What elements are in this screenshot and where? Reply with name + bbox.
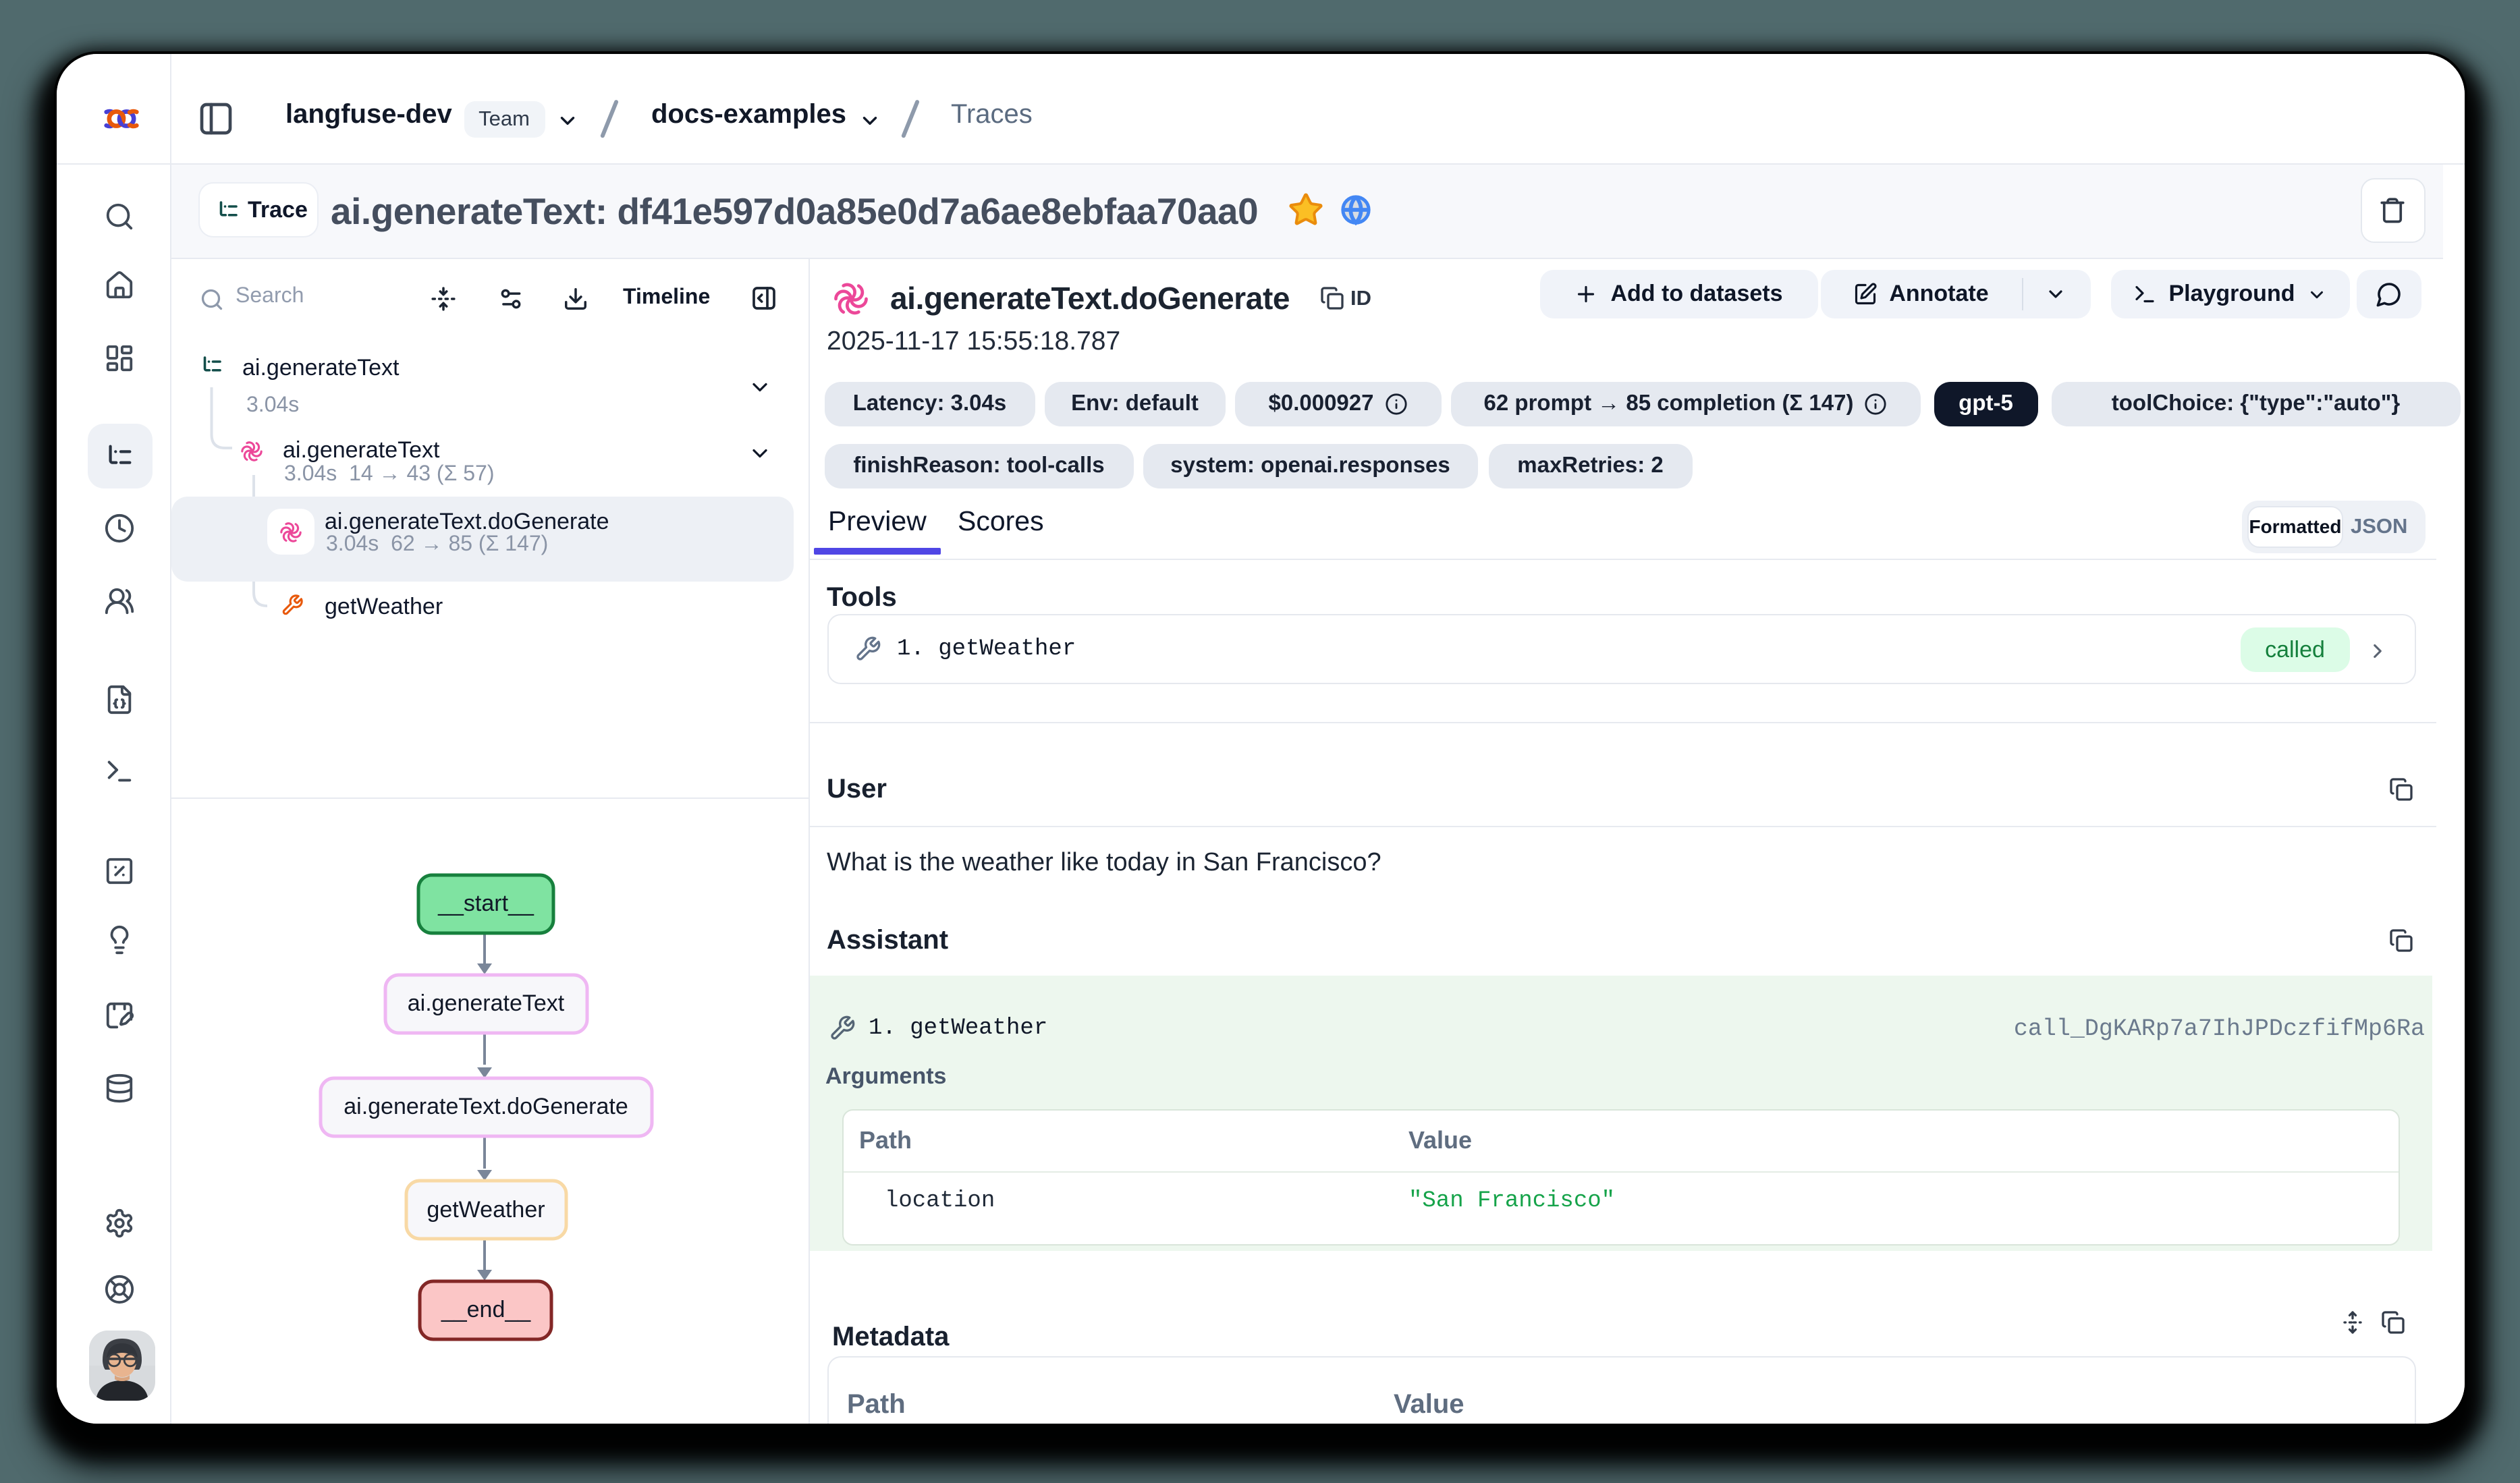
- svg-text:getWeather: getWeather: [426, 1197, 544, 1223]
- svg-text:__start__: __start__: [437, 891, 534, 916]
- svg-text:ai.generateText.doGenerate: ai.generateText.doGenerate: [343, 1094, 628, 1119]
- svg-text:ai.generateText: ai.generateText: [407, 990, 564, 1016]
- svg-text:__end__: __end__: [440, 1297, 530, 1322]
